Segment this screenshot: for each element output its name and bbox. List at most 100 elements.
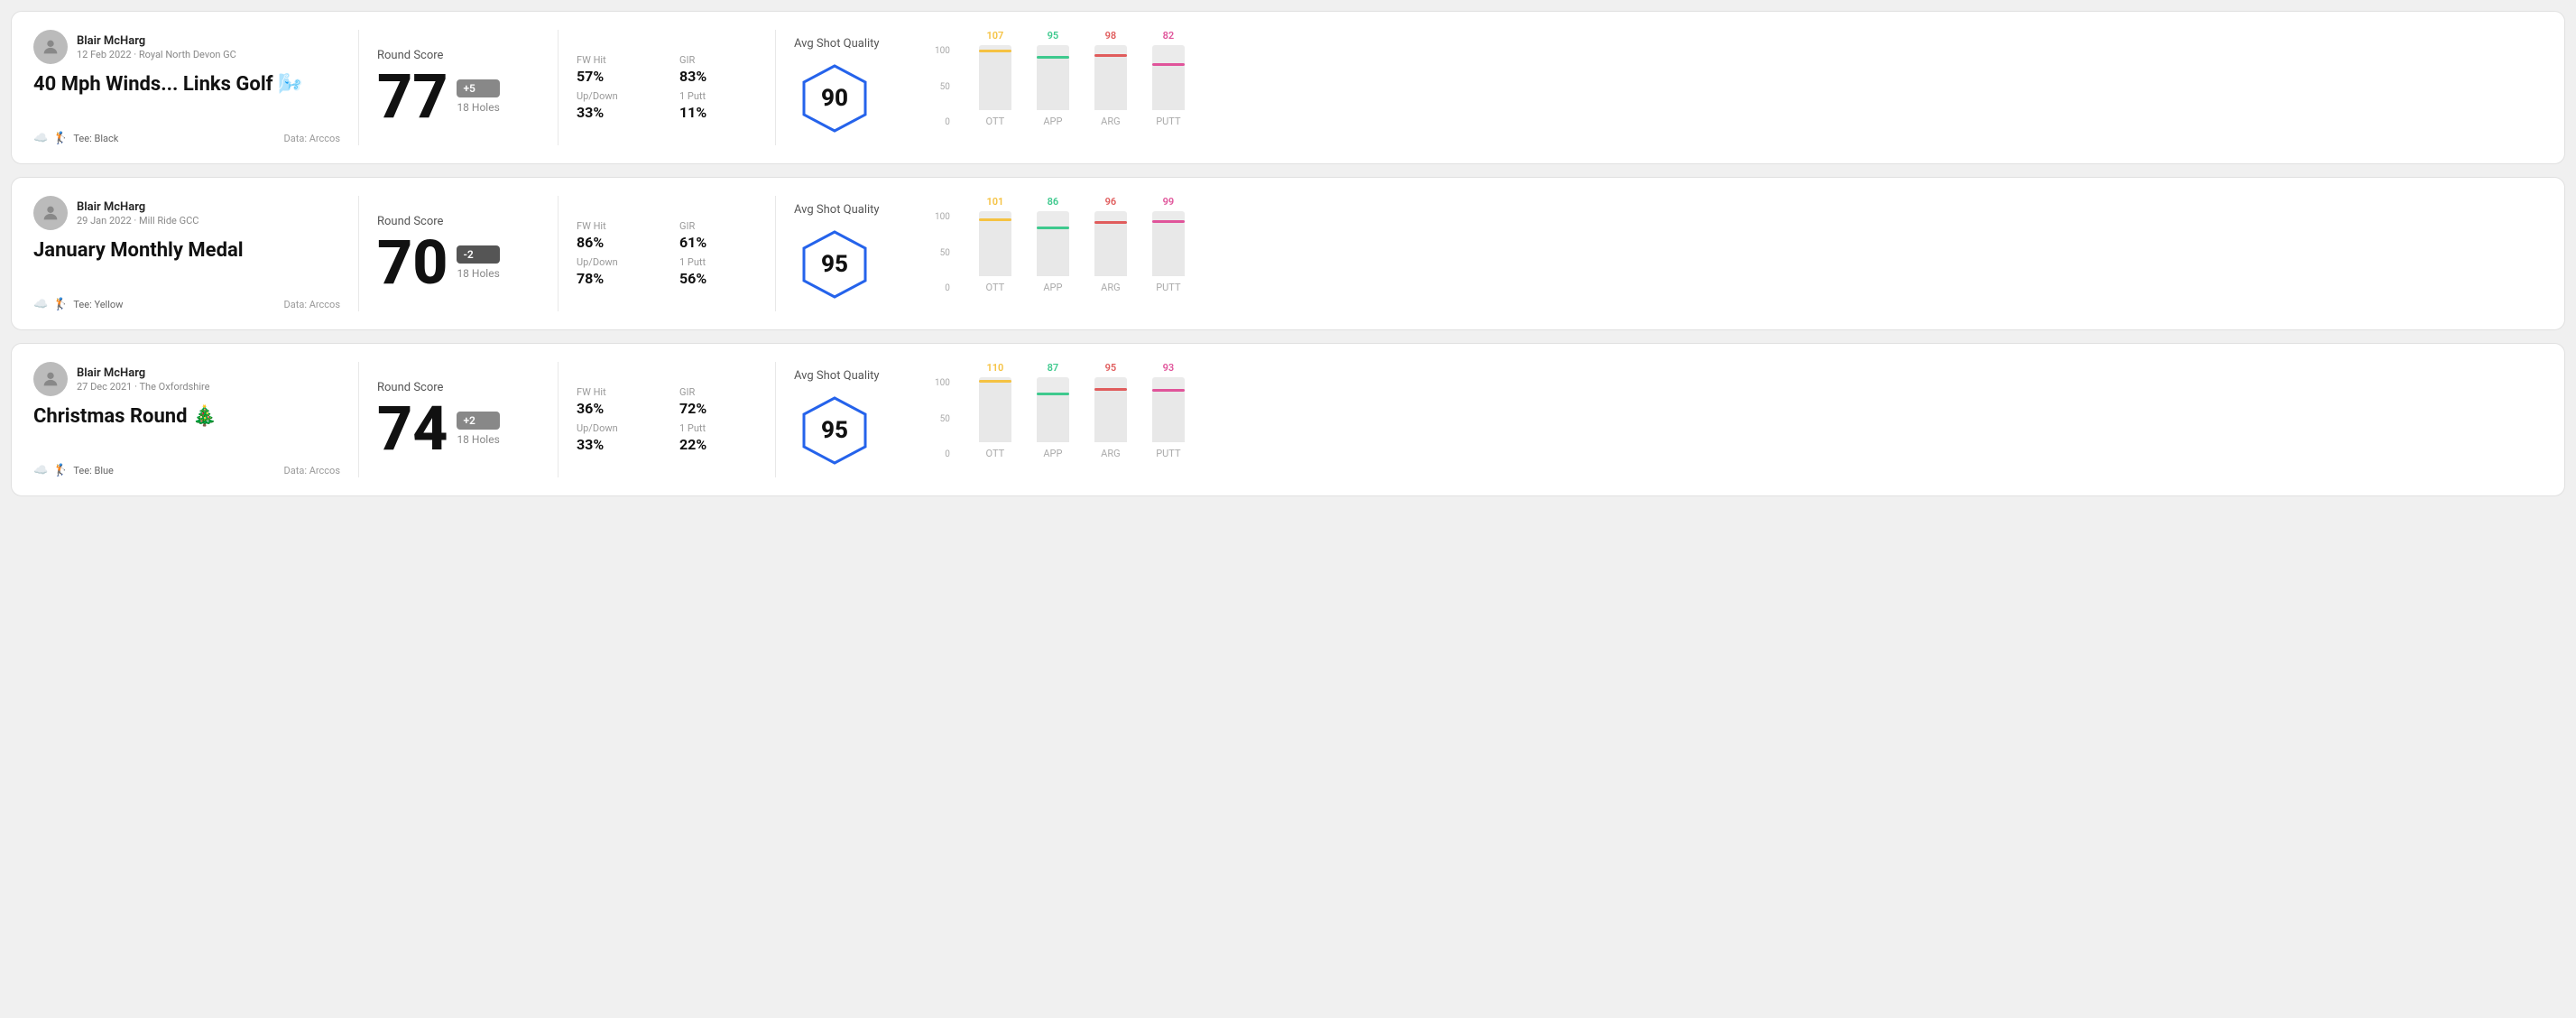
gir-label: GIR	[679, 54, 757, 66]
quality-score: 95	[821, 417, 848, 444]
user-info: Blair McHarg 12 Feb 2022 · Royal North D…	[33, 30, 340, 64]
stats-row-1: FW Hit 57% GIR 83%	[577, 54, 757, 85]
data-source: Data: Arccos	[284, 133, 340, 144]
score-badge-area: +5 18 Holes	[457, 79, 499, 114]
bag-icon: 🏌	[53, 464, 68, 477]
bar-group-ott: 107 OTT	[979, 30, 1011, 127]
round-title: 40 Mph Winds... Links Golf 🌬️	[33, 73, 340, 97]
user-name: Blair McHarg	[77, 366, 209, 380]
one-putt-label: 1 Putt	[679, 90, 757, 102]
chart-section: 100500 110 OTT 87 APP 95	[920, 362, 2543, 477]
tee-color: Tee: Yellow	[73, 299, 123, 310]
quality-section: Avg Shot Quality 90	[794, 30, 920, 145]
up-down-label: Up/Down	[577, 422, 654, 434]
stat-fw-hit: FW Hit 36%	[577, 386, 654, 417]
user-info: Blair McHarg 27 Dec 2021 · The Oxfordshi…	[33, 362, 340, 396]
cloud-icon: ☁️	[33, 298, 48, 311]
holes-label: 18 Holes	[457, 433, 499, 446]
one-putt-value: 22%	[679, 436, 757, 453]
stat-one-putt: 1 Putt 56%	[679, 256, 757, 287]
hexagon-container: 95	[794, 224, 875, 305]
quality-score: 90	[821, 85, 848, 112]
stat-up-down: Up/Down 33%	[577, 422, 654, 453]
cloud-icon: ☁️	[33, 464, 48, 477]
fw-hit-label: FW Hit	[577, 220, 654, 232]
bar-group-arg: 98 ARG	[1094, 30, 1127, 127]
score-badge-area: -2 18 Holes	[457, 245, 499, 280]
gir-value: 61%	[679, 234, 757, 251]
bar-group-ott: 110 OTT	[979, 362, 1011, 459]
gir-value: 83%	[679, 68, 757, 85]
divider-1	[358, 196, 359, 311]
score-modifier: +5	[457, 79, 499, 97]
round-card-3: Blair McHarg 27 Dec 2021 · The Oxfordshi…	[11, 343, 2565, 496]
one-putt-value: 11%	[679, 104, 757, 121]
fw-hit-label: FW Hit	[577, 386, 654, 398]
divider-3	[775, 30, 776, 145]
score-modifier: +2	[457, 412, 499, 430]
bag-icon: 🏌	[53, 298, 68, 311]
user-date: 27 Dec 2021 · The Oxfordshire	[77, 381, 209, 393]
quality-section: Avg Shot Quality 95	[794, 196, 920, 311]
user-info: Blair McHarg 29 Jan 2022 · Mill Ride GCC	[33, 196, 340, 230]
divider-2	[558, 196, 559, 311]
round-card-1: Blair McHarg 12 Feb 2022 · Royal North D…	[11, 11, 2565, 164]
score-row: 77 +5 18 Holes	[377, 66, 540, 127]
bar-group-putt: 82 PUTT	[1152, 30, 1185, 127]
hexagon-container: 90	[794, 58, 875, 139]
bar-group-app: 95 APP	[1037, 30, 1069, 127]
bar-group-putt: 93 PUTT	[1152, 362, 1185, 459]
stats-section: FW Hit 57% GIR 83% Up/Down 33% 1 Putt 11…	[577, 30, 757, 145]
divider-2	[558, 30, 559, 145]
person-icon	[41, 203, 60, 223]
score-badge-area: +2 18 Holes	[457, 412, 499, 446]
quality-label: Avg Shot Quality	[794, 203, 880, 217]
stat-gir: GIR 72%	[679, 386, 757, 417]
stat-up-down: Up/Down 78%	[577, 256, 654, 287]
stat-fw-hit: FW Hit 57%	[577, 54, 654, 85]
round-title: January Monthly Medal	[33, 239, 340, 263]
avatar	[33, 30, 68, 64]
user-date: 12 Feb 2022 · Royal North Devon GC	[77, 49, 236, 60]
gir-label: GIR	[679, 220, 757, 232]
stats-row-2: Up/Down 33% 1 Putt 11%	[577, 90, 757, 121]
quality-score: 95	[821, 251, 848, 278]
cloud-icon: ☁️	[33, 132, 48, 145]
person-icon	[41, 369, 60, 389]
score-row: 70 -2 18 Holes	[377, 232, 540, 293]
score-section: Round Score 74 +2 18 Holes	[377, 362, 540, 477]
bar-group-app: 87 APP	[1037, 362, 1069, 459]
score-section: Round Score 77 +5 18 Holes	[377, 30, 540, 145]
stat-fw-hit: FW Hit 86%	[577, 220, 654, 251]
up-down-value: 33%	[577, 436, 654, 453]
stats-section: FW Hit 36% GIR 72% Up/Down 33% 1 Putt 22…	[577, 362, 757, 477]
stat-one-putt: 1 Putt 11%	[679, 90, 757, 121]
tee-color: Tee: Black	[73, 133, 118, 144]
score-section: Round Score 70 -2 18 Holes	[377, 196, 540, 311]
divider-2	[558, 362, 559, 477]
fw-hit-value: 57%	[577, 68, 654, 85]
bottom-meta: ☁️ 🏌 Tee: Blue Data: Arccos	[33, 464, 340, 477]
hexagon-container: 95	[794, 390, 875, 471]
score-modifier: -2	[457, 245, 499, 264]
stats-row-1: FW Hit 86% GIR 61%	[577, 220, 757, 251]
stats-section: FW Hit 86% GIR 61% Up/Down 78% 1 Putt 56…	[577, 196, 757, 311]
divider-1	[358, 30, 359, 145]
bag-icon: 🏌	[53, 132, 68, 145]
fw-hit-label: FW Hit	[577, 54, 654, 66]
left-section: Blair McHarg 12 Feb 2022 · Royal North D…	[33, 30, 340, 145]
round-card-2: Blair McHarg 29 Jan 2022 · Mill Ride GCC…	[11, 177, 2565, 330]
bar-group-arg: 95 ARG	[1094, 362, 1127, 459]
divider-1	[358, 362, 359, 477]
score-row: 74 +2 18 Holes	[377, 398, 540, 459]
quality-label: Avg Shot Quality	[794, 369, 880, 383]
gir-value: 72%	[679, 400, 757, 417]
quality-section: Avg Shot Quality 95	[794, 362, 920, 477]
tee-info: ☁️ 🏌 Tee: Blue	[33, 464, 114, 477]
tee-info: ☁️ 🏌 Tee: Black	[33, 132, 118, 145]
stat-gir: GIR 83%	[679, 54, 757, 85]
divider-3	[775, 196, 776, 311]
left-section: Blair McHarg 27 Dec 2021 · The Oxfordshi…	[33, 362, 340, 477]
chart-section: 100500 101 OTT 86 APP 96	[920, 196, 2543, 311]
user-name: Blair McHarg	[77, 200, 199, 214]
